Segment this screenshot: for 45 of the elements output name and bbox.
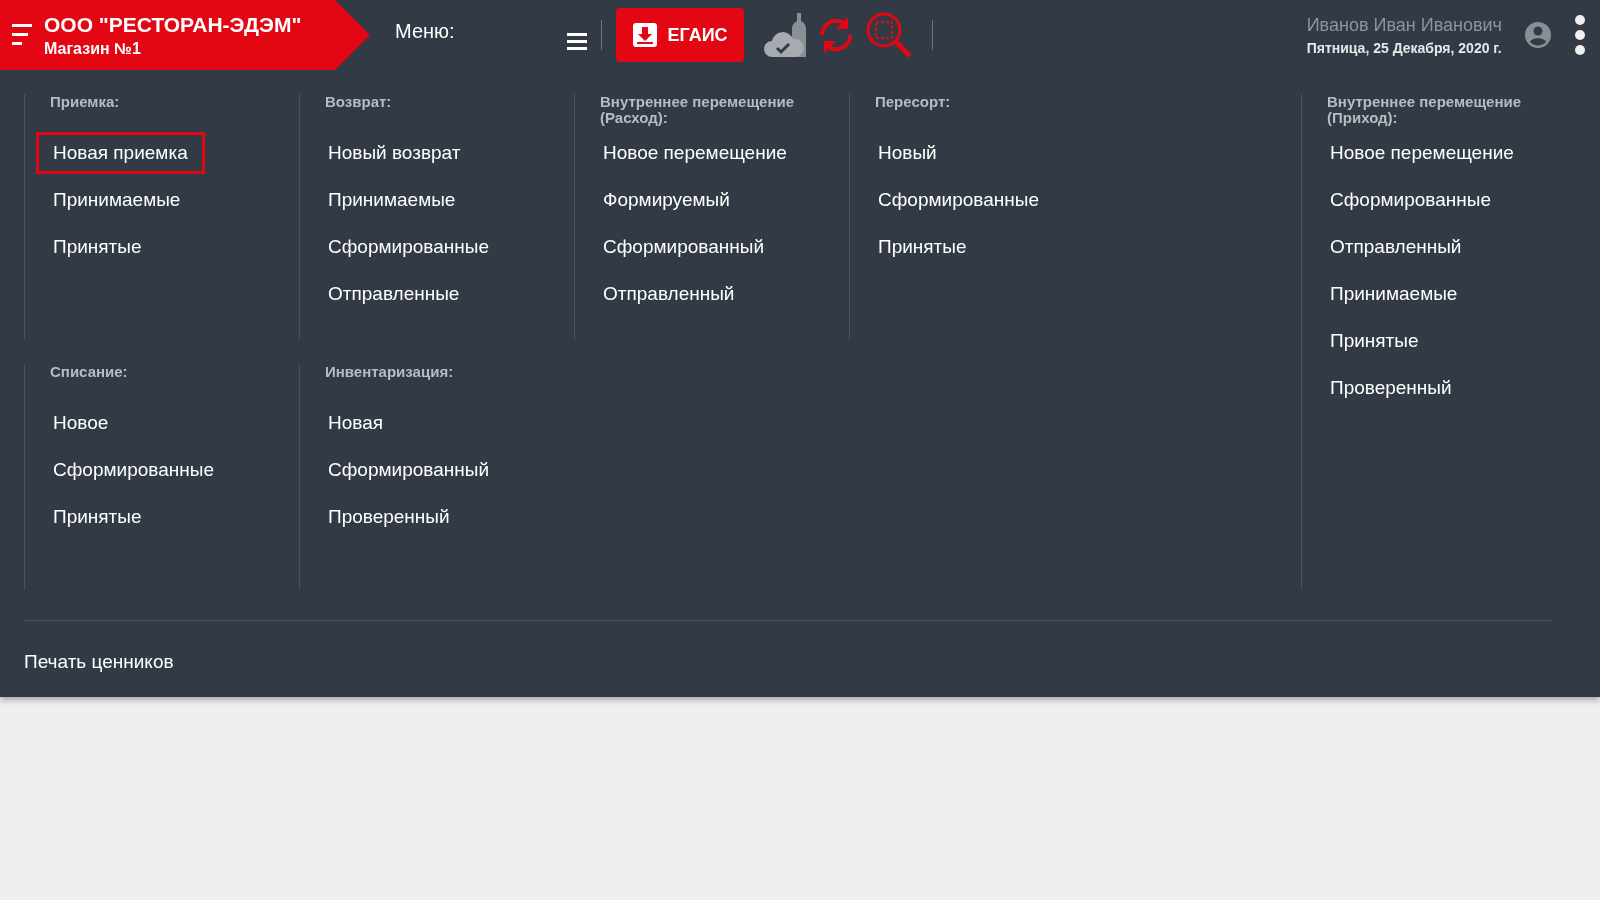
menu-link[interactable]: Новое перемещение [586, 132, 804, 174]
section-title: Списание: [50, 364, 129, 382]
section-title: Внутреннее перемещение (Приход): [1327, 94, 1522, 126]
store-name: Магазин №1 [44, 39, 142, 58]
menu-link[interactable]: Принимаемые [311, 179, 473, 221]
download-icon [631, 22, 658, 48]
egais-button[interactable]: ЕГАИС [615, 8, 744, 62]
section-title: Инвентаризация: [325, 364, 455, 382]
section-title: Возврат: [325, 94, 393, 112]
menu-link[interactable]: Сформированные [1313, 179, 1508, 221]
company-name: ООО "РЕСТОРАН-ЭДЭМ" [44, 12, 302, 37]
menu-link[interactable]: Принятые [36, 226, 159, 268]
menu-link[interactable]: Проверенный [1313, 367, 1469, 409]
menu-link[interactable]: Новый [861, 132, 954, 174]
menu-link[interactable]: Формируемый [586, 179, 747, 221]
menu-link[interactable]: Принятые [36, 496, 159, 538]
menu-icon[interactable] [566, 31, 587, 51]
menu-link[interactable]: Сформированные [311, 226, 506, 268]
menu-link[interactable]: Проверенный [311, 496, 467, 538]
menu-link[interactable]: Сформированный [311, 449, 506, 491]
menu-link[interactable]: Отправленные [311, 273, 477, 315]
print-price-tags-link[interactable]: Печать ценников [24, 651, 174, 673]
user-name: Иванов Иван Иванович [1306, 14, 1502, 36]
more-options-icon[interactable] [1574, 14, 1586, 56]
menu-label: Меню: [395, 19, 455, 43]
menu-link[interactable]: Сформированный [586, 226, 781, 268]
menu-link[interactable]: Новое перемещение [1313, 132, 1531, 174]
menu-link[interactable]: Принимаемые [36, 179, 198, 221]
menu-icon[interactable] [12, 22, 34, 48]
menu-link[interactable]: Отправленный [586, 273, 752, 315]
section-title: Внутреннее перемещение (Расход): [600, 94, 795, 126]
menu-link[interactable]: Новая [311, 402, 401, 444]
user-avatar-icon[interactable] [1524, 21, 1552, 49]
menu-link[interactable]: Принятые [1313, 320, 1436, 362]
menu-link[interactable]: Принимаемые [1313, 273, 1475, 315]
menu-link[interactable]: Новое [36, 402, 126, 444]
menu-link[interactable]: Принятые [861, 226, 984, 268]
menu-link[interactable]: Сформированные [861, 179, 1056, 221]
menu-link[interactable]: Новый возврат [311, 132, 478, 174]
current-date: Пятница, 25 Декабря, 2020 г. [1306, 39, 1502, 56]
menu-link[interactable]: Сформированные [36, 449, 231, 491]
section-title: Приемка: [50, 94, 121, 112]
section-title: Пересорт: [875, 94, 952, 112]
menu-link[interactable]: Отправленный [1313, 226, 1479, 268]
menu-link[interactable]: Новая приемка [36, 132, 205, 174]
